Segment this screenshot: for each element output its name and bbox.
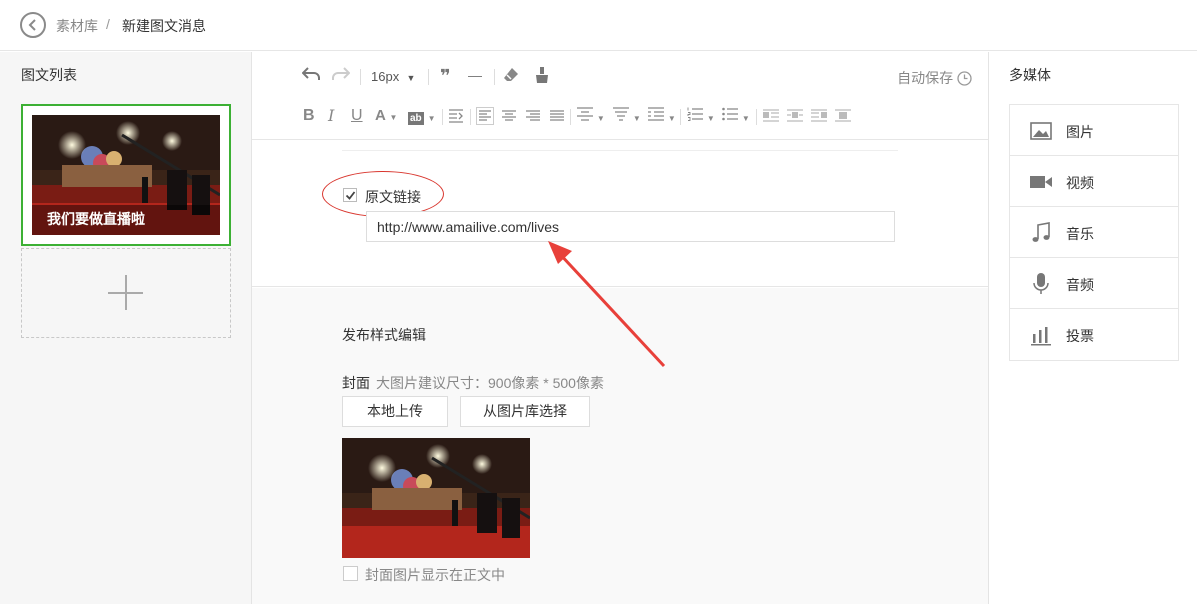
- stage-photo-image: [342, 438, 530, 558]
- show-cover-in-body-label: 封面图片显示在正文中: [365, 567, 505, 583]
- multimedia-title: 多媒体: [1009, 67, 1051, 83]
- cover-size-hint: 大图片建议尺寸：900像素 * 500像素: [376, 375, 604, 391]
- chevron-left-circle-icon: [28, 19, 36, 31]
- media-item-video[interactable]: 视频: [1010, 156, 1178, 207]
- multimedia-list: 图片 视频 音乐 音频 投票: [1009, 104, 1179, 361]
- undo-icon[interactable]: [301, 67, 320, 85]
- align-left-icon[interactable]: [476, 107, 494, 125]
- cover-image-preview: [342, 438, 530, 558]
- cover-label: 封面: [342, 375, 370, 391]
- redo-icon[interactable]: [332, 67, 351, 85]
- original-link-label: 原文链接: [365, 189, 421, 205]
- music-note-icon: [1032, 222, 1050, 242]
- image-float-left-icon[interactable]: [763, 109, 779, 123]
- font-size-dropdown[interactable]: 16px ▼: [371, 69, 415, 84]
- clock-icon: [957, 70, 972, 86]
- media-item-image[interactable]: 图片: [1010, 105, 1178, 156]
- top-bar: 素材库 / 新建图文消息: [0, 0, 1197, 51]
- ordered-list-icon[interactable]: ▼: [687, 107, 715, 128]
- background-color-icon[interactable]: ab ▼: [408, 107, 435, 128]
- image-inline-icon[interactable]: [787, 109, 803, 123]
- bar-chart-icon: [1031, 327, 1051, 346]
- upload-local-button[interactable]: 本地上传: [342, 396, 448, 427]
- editor-toolbar: 16px ▼ ❞ — 自动保存 B I U A ▼ ab ▼ ▼ ▼ ▼ ▼ ▼: [252, 52, 988, 140]
- media-item-audio[interactable]: 音频: [1010, 258, 1178, 309]
- show-cover-in-body-checkbox[interactable]: [343, 566, 358, 581]
- image-block-icon[interactable]: [835, 109, 851, 123]
- breadcrumb-material-library[interactable]: 素材库: [56, 16, 98, 36]
- paragraph-spacing-icon[interactable]: ▼: [613, 107, 641, 128]
- autosave-status: 自动保存: [897, 68, 972, 88]
- multimedia-panel: 多媒体 图片 视频 音乐 音频 投票: [988, 52, 1197, 604]
- line-height-icon[interactable]: ▼: [577, 107, 605, 128]
- microphone-icon: [1033, 273, 1049, 294]
- article-card-title: 我们要做直播啦: [32, 205, 220, 235]
- align-justify-icon[interactable]: [550, 109, 564, 123]
- eraser-icon[interactable]: [503, 67, 519, 87]
- article-card-selected[interactable]: 我们要做直播啦: [21, 104, 231, 246]
- page-title: 新建图文消息: [122, 18, 206, 34]
- format-painter-icon[interactable]: [535, 67, 549, 87]
- letter-spacing-icon[interactable]: ▼: [648, 107, 676, 128]
- image-float-right-icon[interactable]: [811, 109, 827, 123]
- breadcrumb-separator: /: [106, 16, 110, 32]
- media-item-vote[interactable]: 投票: [1010, 309, 1178, 360]
- article-list-title: 图文列表: [21, 67, 77, 83]
- article-list-panel: 图文列表 我们要做直播啦: [0, 52, 252, 604]
- publish-style-section: 发布样式编辑 封面 大图片建议尺寸：900像素 * 500像素 本地上传 从图片…: [252, 288, 988, 604]
- add-article-button[interactable]: [21, 248, 231, 338]
- editor-content[interactable]: 原文链接: [252, 141, 988, 287]
- align-right-icon[interactable]: [526, 109, 540, 123]
- align-center-icon[interactable]: [502, 109, 516, 123]
- indent-icon[interactable]: [448, 109, 464, 123]
- video-camera-icon: [1030, 176, 1052, 188]
- font-color-icon[interactable]: A ▼: [375, 107, 397, 127]
- choose-from-library-button[interactable]: 从图片库选择: [460, 396, 590, 427]
- original-link-checkbox[interactable]: [343, 188, 357, 202]
- image-icon: [1030, 122, 1052, 140]
- publish-style-title: 发布样式编辑: [342, 327, 426, 343]
- bold-icon[interactable]: B: [303, 107, 315, 125]
- italic-icon[interactable]: I: [328, 107, 334, 125]
- unordered-list-icon[interactable]: ▼: [722, 107, 750, 128]
- back-button[interactable]: [20, 12, 46, 38]
- article-thumbnail: 我们要做直播啦: [32, 115, 220, 235]
- horizontal-rule-icon[interactable]: —: [468, 66, 482, 84]
- quote-icon[interactable]: ❞: [440, 67, 451, 85]
- media-item-music[interactable]: 音乐: [1010, 207, 1178, 258]
- original-link-url-input[interactable]: [366, 211, 895, 242]
- editor-panel: 16px ▼ ❞ — 自动保存 B I U A ▼ ab ▼ ▼ ▼ ▼ ▼ ▼…: [252, 52, 988, 604]
- check-icon: [345, 191, 356, 200]
- underline-icon[interactable]: U: [351, 107, 363, 125]
